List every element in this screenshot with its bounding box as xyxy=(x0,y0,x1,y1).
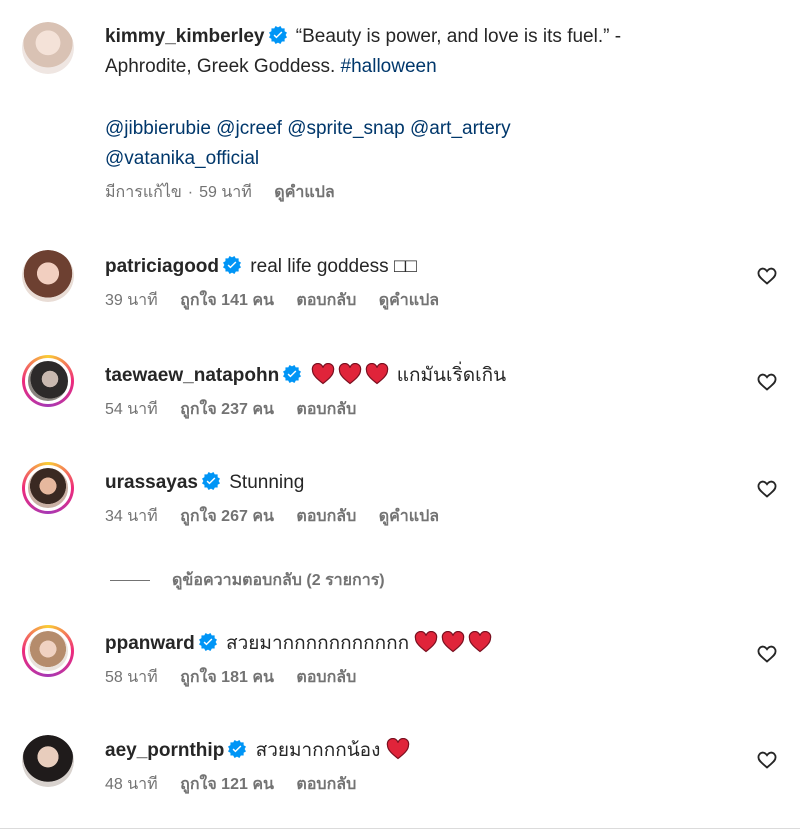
comment-meta: 58 นาที ถูกใจ 181 คน ตอบกลับ xyxy=(105,665,740,690)
verified-badge-icon xyxy=(269,26,287,44)
heart-outline-icon[interactable] xyxy=(756,749,778,771)
comment-time[interactable]: 34 นาที xyxy=(105,508,158,525)
comment-time[interactable]: 48 นาที xyxy=(105,776,158,793)
heart-outline-icon[interactable] xyxy=(756,643,778,665)
comment-username[interactable]: patriciagood xyxy=(105,256,219,277)
caption-line2-wrap: Aphrodite, Greek Goddess. #halloween xyxy=(105,52,740,82)
verified-badge-icon xyxy=(283,365,301,383)
comment-text: Stunning xyxy=(229,472,305,493)
red-heart-emoji-icon xyxy=(365,363,389,385)
comment-likes[interactable]: ถูกใจ 141 คน xyxy=(180,292,274,309)
caption-time[interactable]: 59 นาที xyxy=(199,184,252,201)
translate-link[interactable]: ดูคำแปล xyxy=(379,508,439,525)
avatar[interactable] xyxy=(22,22,74,74)
avatar[interactable] xyxy=(22,625,74,677)
avatar[interactable] xyxy=(22,355,74,407)
avatar[interactable] xyxy=(22,462,74,514)
caption-line1: “Beauty is power, and love is its fuel.”… xyxy=(295,26,622,47)
caption-line2: Aphrodite, Greek Goddess. xyxy=(105,56,341,77)
caption-mentions-1[interactable]: @jibbierubie @jcreef @sprite_snap @art_a… xyxy=(105,114,740,144)
comment-time[interactable]: 54 นาที xyxy=(105,401,158,418)
comment-text: แกมันเริ่ดเกิน xyxy=(396,365,507,386)
red-heart-emoji-icon xyxy=(468,631,492,653)
red-heart-emoji-icon xyxy=(338,363,362,385)
translate-link[interactable]: ดูคำแปล xyxy=(274,184,334,201)
caption-username[interactable]: kimmy_kimberley xyxy=(105,26,265,47)
divider xyxy=(110,580,150,582)
comment-text: สวยมากกกน้อง xyxy=(255,740,381,761)
comment-text: real life goddess □□ xyxy=(250,256,417,277)
comment-likes[interactable]: ถูกใจ 267 คน xyxy=(180,508,274,525)
reply-button[interactable]: ตอบกลับ xyxy=(296,401,356,418)
view-replies-label: ดูข้อความตอบกลับ (2 รายการ) xyxy=(172,572,385,589)
comment-likes[interactable]: ถูกใจ 237 คน xyxy=(180,401,274,418)
red-heart-emoji-icon xyxy=(386,738,410,760)
divider xyxy=(0,828,800,829)
comment-meta: 34 นาที ถูกใจ 267 คน ตอบกลับ ดูคำแปล xyxy=(105,504,740,529)
comment-time[interactable]: 58 นาที xyxy=(105,669,158,686)
reply-button[interactable]: ตอบกลับ xyxy=(296,669,356,686)
red-heart-emoji-icon xyxy=(414,631,438,653)
verified-badge-icon xyxy=(202,472,220,490)
comment-username[interactable]: ppanward xyxy=(105,633,195,654)
caption-text: kimmy_kimberley “Beauty is power, and lo… xyxy=(105,22,740,52)
verified-badge-icon xyxy=(199,633,217,651)
red-heart-emoji-icon xyxy=(441,631,465,653)
view-replies-button[interactable]: ดูข้อความตอบกลับ (2 รายการ) xyxy=(110,568,385,593)
heart-outline-icon[interactable] xyxy=(756,478,778,500)
comment-username[interactable]: aey_pornthip xyxy=(105,740,224,761)
hashtag-link[interactable]: #halloween xyxy=(341,56,437,77)
verified-badge-icon xyxy=(228,740,246,758)
comment-username[interactable]: taewaew_natapohn xyxy=(105,365,279,386)
comment-likes[interactable]: ถูกใจ 121 คน xyxy=(180,776,274,793)
reply-button[interactable]: ตอบกลับ xyxy=(296,776,356,793)
red-heart-emoji-icon xyxy=(311,363,335,385)
avatar[interactable] xyxy=(22,735,74,787)
avatar[interactable] xyxy=(22,250,74,302)
comment-meta: 39 นาที ถูกใจ 141 คน ตอบกลับ ดูคำแปล xyxy=(105,288,740,313)
reply-button[interactable]: ตอบกลับ xyxy=(296,292,356,309)
caption-mentions-2[interactable]: @vatanika_official xyxy=(105,144,740,174)
edited-label: มีการแก้ไข xyxy=(105,184,182,201)
verified-badge-icon xyxy=(223,256,241,274)
comment-meta: 48 นาที ถูกใจ 121 คน ตอบกลับ xyxy=(105,772,740,797)
comment-meta: 54 นาที ถูกใจ 237 คน ตอบกลับ xyxy=(105,397,740,422)
heart-outline-icon[interactable] xyxy=(756,265,778,287)
reply-button[interactable]: ตอบกลับ xyxy=(296,508,356,525)
comment-text: สวยมากกกกกกกกกกก xyxy=(226,633,410,654)
caption-meta: มีการแก้ไข · 59 นาที ดูคำแปล xyxy=(105,180,740,205)
heart-outline-icon[interactable] xyxy=(756,371,778,393)
comment-likes[interactable]: ถูกใจ 181 คน xyxy=(180,669,274,686)
comment-username[interactable]: urassayas xyxy=(105,472,198,493)
translate-link[interactable]: ดูคำแปล xyxy=(379,292,439,309)
comment-time[interactable]: 39 นาที xyxy=(105,292,158,309)
meta-separator: · xyxy=(187,184,194,201)
